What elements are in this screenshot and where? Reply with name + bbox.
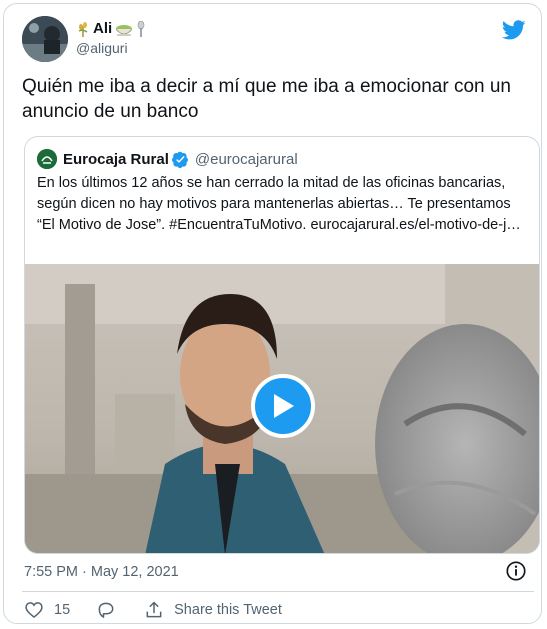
share-label: Share this Tweet (174, 602, 282, 618)
avatar[interactable] (22, 16, 68, 62)
share-button[interactable]: Share this Tweet (144, 600, 282, 620)
tweet-header: Ali @aliguri (22, 16, 532, 62)
reply-button[interactable] (96, 600, 116, 620)
quoted-text: En los últimos 12 años se han cerrado la… (37, 175, 521, 233)
like-count: 15 (54, 602, 71, 618)
author-handle[interactable]: @aliguri (76, 40, 146, 56)
quoted-handle[interactable]: @eurocajarural (195, 151, 298, 168)
share-icon (146, 601, 162, 618)
tweet-timestamp[interactable]: 7:55 PM · May 12, 2021 (24, 564, 179, 580)
video-thumbnail[interactable] (25, 264, 539, 553)
reply-icon (98, 602, 114, 618)
quoted-display-name[interactable]: Eurocaja Rural (63, 151, 169, 168)
quoted-header: Eurocaja Rural @eurocajarural (37, 149, 298, 169)
spoon-emoji-icon (136, 20, 146, 37)
heart-icon (25, 602, 43, 619)
display-name-text: Ali (93, 20, 113, 37)
divider (22, 591, 534, 592)
verified-badge-icon (171, 151, 189, 168)
tweet-text: Quién me iba a decir a mí que me iba a e… (22, 76, 511, 122)
play-button[interactable] (251, 374, 315, 438)
twitter-bird-icon[interactable] (501, 18, 526, 42)
like-button[interactable]: 15 (24, 600, 70, 620)
quoted-tweet[interactable]: Eurocaja Rural @eurocajarural En los últ… (24, 136, 540, 554)
info-icon[interactable] (505, 560, 527, 582)
action-bar: 15 Share this Tweet (24, 600, 282, 620)
quoted-avatar[interactable] (37, 149, 57, 169)
tweet-card: Ali @aliguri Quién me iba a decir a mí q… (3, 3, 542, 624)
display-name[interactable]: Ali (76, 20, 146, 37)
play-icon (274, 394, 294, 418)
wheat-emoji-icon (76, 21, 90, 37)
matcha-emoji-icon (115, 21, 133, 37)
